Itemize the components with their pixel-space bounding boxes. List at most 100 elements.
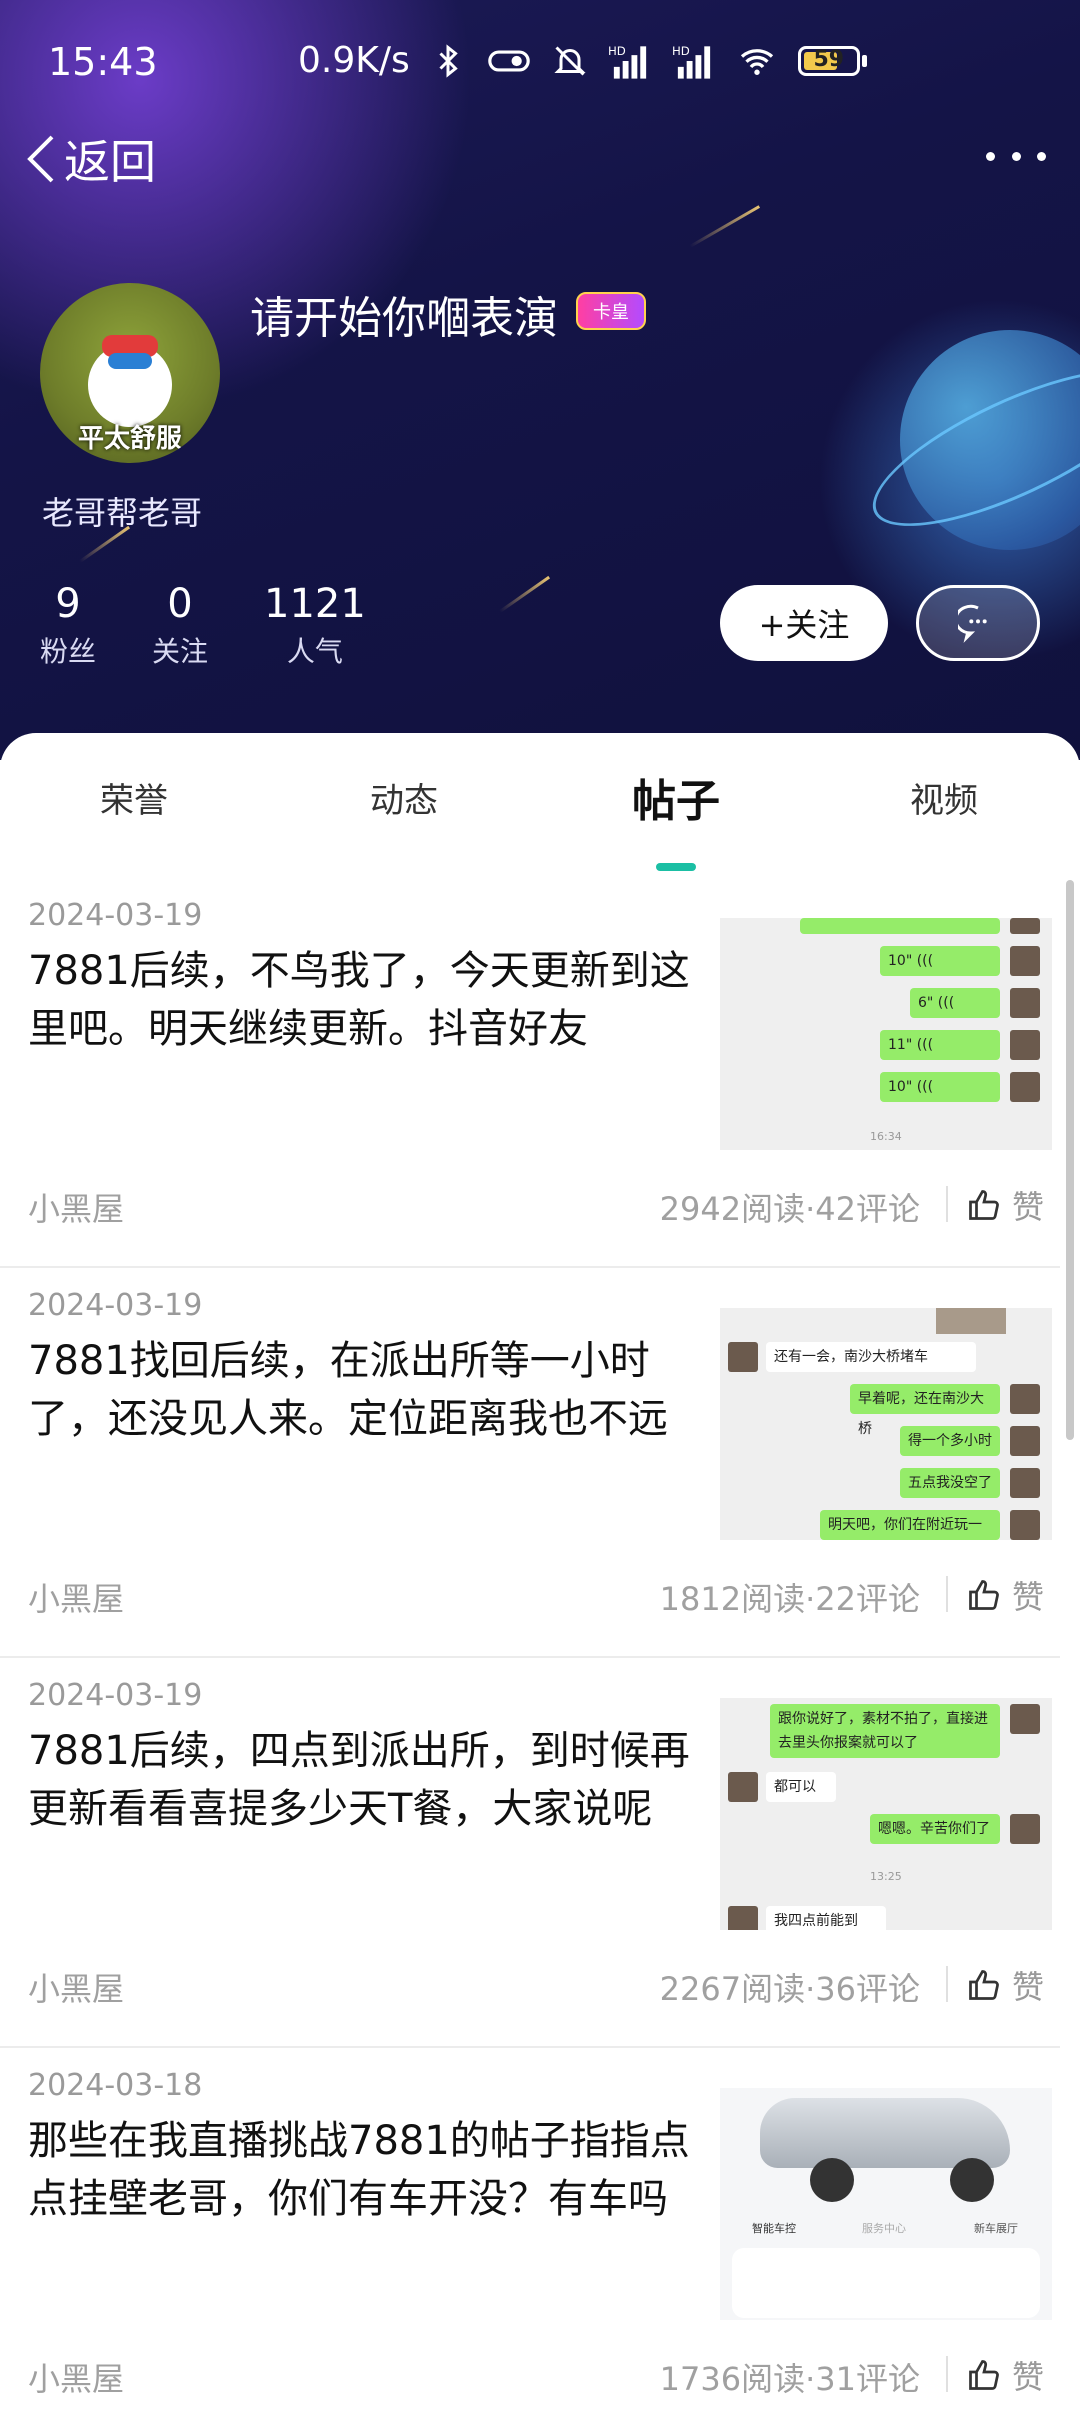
thumb-tab: 新车展厅 bbox=[974, 2222, 1018, 2235]
chevron-left-icon bbox=[27, 135, 54, 183]
car-wheel bbox=[950, 2158, 994, 2202]
mute-icon bbox=[554, 45, 586, 76]
post-thumbnail[interactable]: 智能车控 服务中心 新车展厅 bbox=[720, 2088, 1052, 2320]
post-item[interactable]: 2024-03-18 那些在我直播挑战7881的帖子指指点点挂壁老哥，你们有车开… bbox=[0, 2048, 1060, 2436]
post-forum[interactable]: 小黑屋 bbox=[28, 1184, 124, 1230]
chat-bubble: 10" ((( bbox=[880, 946, 1000, 976]
post-title[interactable]: 7881后续，四点到派出所，到时候再更新看看喜提多少天T餐，大家说呢 bbox=[28, 1722, 716, 1838]
battery-icon: 59 bbox=[797, 45, 867, 76]
thumbs-up-icon bbox=[969, 2360, 999, 2390]
post-thumbnail[interactable]: 跟你说好了，素材不拍了，直接进去里头你报案就可以了 都可以 嗯嗯。辛苦你们了 1… bbox=[720, 1698, 1052, 1930]
message-button[interactable] bbox=[916, 585, 1040, 661]
chat-time: 13:25 bbox=[870, 1870, 902, 1883]
chat-bubble: 6" ((( bbox=[910, 988, 1000, 1018]
like-button[interactable]: 赞 bbox=[966, 1182, 1044, 1228]
post-title[interactable]: 7881后续，不鸟我了，今天更新到这里吧。明天继续更新。抖音好友 bbox=[28, 942, 716, 1058]
chat-bubble: 嗯嗯。辛苦你们了 bbox=[870, 1814, 1000, 1844]
chat-bubble: 跟你说好了，素材不拍了，直接进去里头你报案就可以了 bbox=[770, 1704, 1000, 1758]
divider bbox=[946, 1576, 948, 1612]
divider bbox=[946, 1186, 948, 1222]
tab-activity[interactable]: 动态 bbox=[370, 773, 438, 822]
post-item[interactable]: 2024-03-19 7881后续，不鸟我了，今天更新到这里吧。明天继续更新。抖… bbox=[0, 878, 1060, 1268]
post-stats: 1812阅读·22评论 bbox=[659, 1580, 920, 1618]
chat-bubble: 得一个多小时 bbox=[900, 1426, 1000, 1456]
thumb-tab: 智能车控 bbox=[752, 2222, 796, 2235]
username: 请开始你嗰表演 bbox=[250, 293, 558, 344]
post-thumbnail[interactable]: 还有一会，南沙大桥堵车 早着呢，还在南沙大桥 得一个多小时 五点我没空了 明天吧… bbox=[720, 1308, 1052, 1540]
divider bbox=[946, 2356, 948, 2392]
like-button[interactable]: 赞 bbox=[966, 1572, 1044, 1618]
chat-bubble: 明天吧，你们在附近玩一下 bbox=[820, 1510, 1000, 1540]
post-date: 2024-03-19 bbox=[28, 898, 203, 933]
stat-label: 人气 bbox=[286, 635, 343, 668]
chat-bubble: 11" ((( bbox=[880, 1030, 1000, 1060]
like-label: 赞 bbox=[1012, 1968, 1045, 2006]
thumb-tab: 服务中心 bbox=[862, 2222, 906, 2235]
stat-value: 0 bbox=[167, 581, 193, 627]
crown-badge-icon: 卡皇 bbox=[576, 292, 646, 330]
tab-videos[interactable]: 视频 bbox=[910, 773, 978, 822]
stat-popularity: 1121 人气 bbox=[264, 578, 366, 670]
posts-panel: 荣誉 动态 帖子 视频 2024-03-19 7881后续，不鸟我了，今天更新到… bbox=[0, 733, 1080, 2400]
stat-following[interactable]: 0 关注 bbox=[152, 578, 208, 670]
scrollbar[interactable] bbox=[1066, 880, 1074, 1440]
post-title[interactable]: 那些在我直播挑战7881的帖子指指点点挂壁老哥，你们有车开没？有车吗 bbox=[28, 2112, 716, 2228]
stat-label: 关注 bbox=[152, 635, 209, 668]
status-icons: 0.9K/s HD HD 59 bbox=[298, 40, 867, 81]
avatar-penguin-image bbox=[88, 335, 172, 427]
divider bbox=[946, 1966, 948, 2002]
stat-fans[interactable]: 9 粉丝 bbox=[40, 578, 96, 670]
post-title[interactable]: 7881找回后续，在派出所等一小时了，还没见人来。定位距离我也不远 bbox=[28, 1332, 716, 1448]
signal-hd-icon: HD bbox=[672, 44, 710, 79]
avatar[interactable]: 平太舒服 bbox=[40, 283, 220, 463]
chat-bubble-icon bbox=[958, 604, 987, 643]
profile-header: 15:43 0.9K/s HD HD 59 返回 平太舒服 请开始你嗰表演 卡皇… bbox=[0, 0, 1080, 760]
bluetooth-icon bbox=[439, 43, 458, 78]
more-dots-icon[interactable] bbox=[986, 146, 1046, 166]
meteor-decoration bbox=[689, 205, 761, 248]
post-item[interactable]: 2024-03-19 7881后续，四点到派出所，到时候再更新看看喜提多少天T餐… bbox=[0, 1658, 1060, 2048]
svg-text:HD: HD bbox=[672, 44, 690, 58]
chat-bubble: 我四点前能到 bbox=[766, 1906, 886, 1930]
wifi-icon bbox=[740, 48, 773, 75]
profile-tabs: 荣誉 动态 帖子 视频 bbox=[0, 773, 1080, 853]
like-button[interactable]: 赞 bbox=[966, 1962, 1044, 2008]
car-wheel bbox=[810, 2158, 854, 2202]
meteor-decoration bbox=[499, 575, 551, 613]
back-label: 返回 bbox=[64, 135, 156, 189]
svg-text:HD: HD bbox=[608, 44, 626, 58]
post-item[interactable]: 2024-03-19 7881找回后续，在派出所等一小时了，还没见人来。定位距离… bbox=[0, 1268, 1060, 1658]
car-control-bar bbox=[732, 2248, 1040, 2318]
active-tab-indicator bbox=[656, 863, 696, 871]
follow-button[interactable]: +关注 bbox=[720, 585, 888, 661]
stat-value: 9 bbox=[55, 581, 81, 627]
like-label: 赞 bbox=[1012, 1188, 1045, 1226]
back-button[interactable]: 返回 bbox=[24, 126, 156, 192]
tab-honor[interactable]: 荣誉 bbox=[100, 773, 168, 822]
chat-bubble: 早着呢，还在南沙大桥 bbox=[850, 1384, 1000, 1437]
chat-bubble: 10" ((( bbox=[880, 1072, 1000, 1102]
chat-bubble: 还有一会，南沙大桥堵车 bbox=[766, 1342, 976, 1372]
thumbs-up-icon bbox=[969, 1190, 999, 1220]
vibrate-icon bbox=[487, 49, 530, 72]
battery-level: 59 bbox=[813, 46, 845, 72]
stat-value: 1121 bbox=[264, 581, 366, 627]
post-forum[interactable]: 小黑屋 bbox=[28, 1574, 124, 1620]
like-button[interactable]: 赞 bbox=[966, 2352, 1044, 2398]
status-bar: 15:43 0.9K/s HD HD 59 bbox=[0, 0, 1080, 120]
status-time: 15:43 bbox=[48, 40, 158, 84]
post-forum[interactable]: 小黑屋 bbox=[28, 1964, 124, 2010]
chat-time: 16:34 bbox=[870, 1130, 902, 1143]
post-stats: 2267阅读·36评论 bbox=[659, 1970, 920, 2008]
stat-label: 粉丝 bbox=[40, 635, 97, 668]
thumbs-up-icon bbox=[969, 1970, 999, 2000]
like-label: 赞 bbox=[1012, 1578, 1045, 1616]
tab-posts[interactable]: 帖子 bbox=[632, 765, 720, 829]
post-thumbnail[interactable]: 10" ((( 6" ((( 11" ((( 10" ((( 16:34 bbox=[720, 918, 1052, 1150]
post-date: 2024-03-19 bbox=[28, 1678, 203, 1713]
profile-signature: 老哥帮老哥 bbox=[42, 494, 203, 532]
post-stats: 2942阅读·42评论 bbox=[659, 1190, 920, 1228]
post-forum[interactable]: 小黑屋 bbox=[28, 2354, 124, 2400]
post-date: 2024-03-18 bbox=[28, 2068, 203, 2103]
post-stats: 1736阅读·31评论 bbox=[659, 2360, 920, 2398]
